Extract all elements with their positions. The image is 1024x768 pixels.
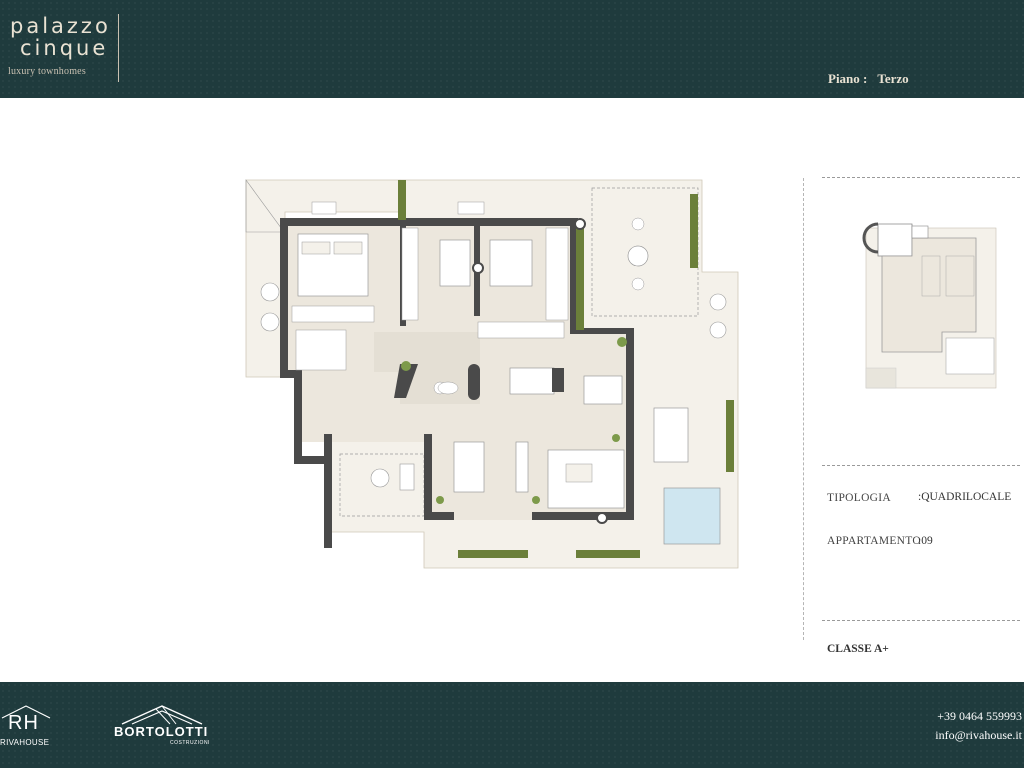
- footer-bar: RH RIVAHOUSE BORTOLOTTI COSTRUZIONI +39 …: [0, 682, 1024, 768]
- tipologia-label: TIPOLOGIA: [827, 492, 892, 504]
- tipologia-value: :QUADRILOCALE: [918, 491, 1012, 503]
- brand-logo: palazzo cinque luxury townhomes: [6, 14, 120, 82]
- floor-indicator: Piano : Terzo: [828, 71, 919, 87]
- building-key-plan: [862, 222, 997, 389]
- rivahouse-logo[interactable]: RH RIVAHOUSE: [0, 704, 60, 750]
- appartamento-value: :09: [918, 535, 933, 547]
- rivahouse-name: RIVAHOUSE: [0, 738, 50, 747]
- brand-tagline: luxury townhomes: [8, 66, 86, 77]
- bortolotti-name: BORTOLOTTI: [114, 724, 209, 739]
- floor-label: Piano :: [828, 71, 868, 86]
- bortolotti-sub: COSTRUZIONI: [170, 740, 210, 746]
- brand-name-line2: cinque: [20, 36, 109, 60]
- rivahouse-monogram: RH: [8, 712, 39, 734]
- panel-divider-top: [822, 177, 1020, 178]
- floor-plan-drawing: [245, 179, 739, 569]
- panel-divider-middle: [822, 465, 1020, 466]
- contact-phone[interactable]: +39 0464 559993: [822, 709, 1022, 724]
- contact-email[interactable]: info@rivahouse.it: [822, 728, 1022, 743]
- panel-divider-bottom: [822, 620, 1020, 621]
- energy-class: CLASSE A+: [827, 643, 889, 655]
- logo-divider: [118, 14, 119, 82]
- panel-divider-vertical: [803, 178, 804, 640]
- floor-value: Terzo: [877, 71, 909, 86]
- appartamento-label: APPARTAMENTO: [827, 535, 922, 547]
- header-bar: palazzo cinque luxury townhomes Piano : T…: [0, 0, 1024, 98]
- bortolotti-logo[interactable]: BORTOLOTTI COSTRUZIONI: [112, 704, 222, 750]
- brand-name-line1: palazzo: [10, 14, 111, 38]
